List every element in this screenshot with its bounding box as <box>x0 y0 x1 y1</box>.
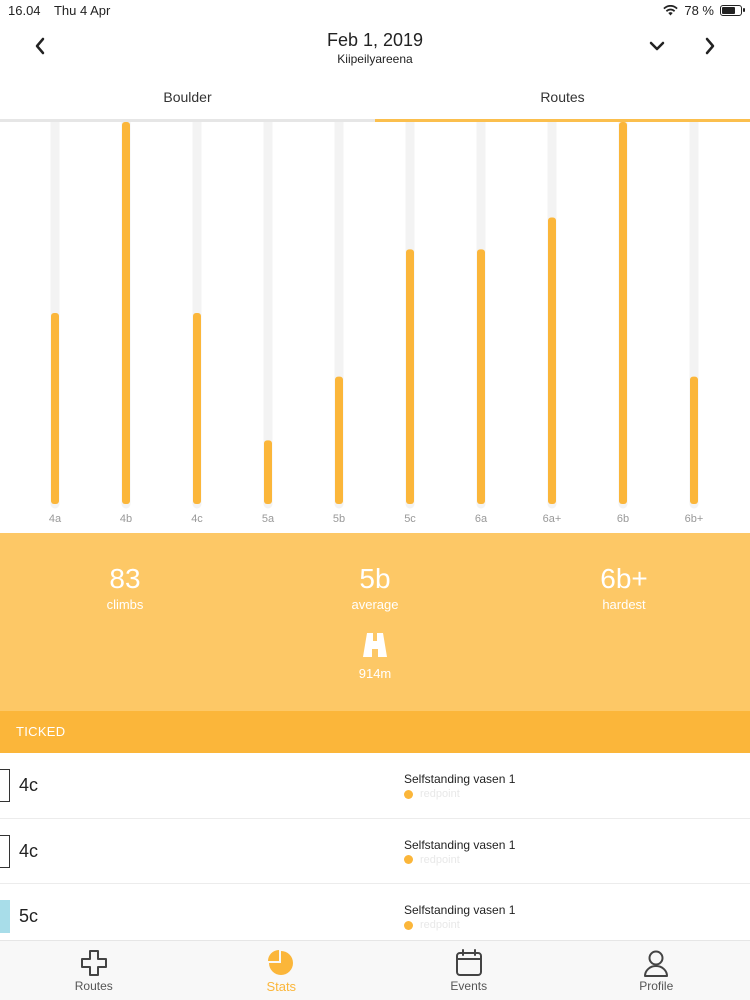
status-bar: 16.04 Thu 4 Apr 78 % <box>0 0 750 20</box>
route-grade: 5c <box>19 906 39 926</box>
wifi-icon <box>663 5 679 16</box>
hardest-value: 6b+ <box>600 563 648 594</box>
grade-bar-chart: 4a 4b 4c 5a 5b 5c 6a 6a+ 6b 6b+ <box>49 122 704 525</box>
tab-profile-nav-label: Profile <box>639 979 674 993</box>
tab-events-nav[interactable]: Events <box>375 941 563 1000</box>
plus-icon <box>80 950 107 976</box>
bar-6b+ <box>690 376 698 504</box>
header: Feb 1, 2019 Kiipeilyareena <box>0 20 750 75</box>
battery-icon <box>720 5 745 16</box>
tab-events-nav-label: Events <box>450 979 488 993</box>
tab-stats-nav[interactable]: Stats <box>188 941 376 1000</box>
tab-routes[interactable]: Routes <box>375 75 750 122</box>
route-grade: 4c <box>19 775 39 795</box>
x-tick-label: 4b <box>120 513 132 525</box>
average-stat: 5b average <box>275 563 475 612</box>
route-name: Selfstanding vasen 1 <box>404 903 516 917</box>
gym-name: Kiipeilyareena <box>337 52 413 66</box>
road-icon <box>363 633 387 657</box>
x-tick-label: 4c <box>191 513 203 525</box>
status-time: 16.04 <box>8 3 41 18</box>
calendar-icon <box>455 949 482 976</box>
grade-chart: 4a 4b 4c 5a 5b 5c 6a 6a+ 6b 6b+ <box>0 122 750 533</box>
x-tick-label: 6a <box>475 513 488 525</box>
list-item[interactable]: 4c Selfstanding vasen 1 redpoint <box>0 818 750 884</box>
route-status: redpoint <box>404 854 460 866</box>
bar-5b <box>335 376 343 504</box>
climbs-value: 83 <box>109 563 141 594</box>
hardest-stat: 6b+ hardest <box>524 563 724 612</box>
average-label: average <box>351 597 399 612</box>
hardest-label: hardest <box>602 597 646 612</box>
bar-4a <box>51 313 59 504</box>
forward-chevron-icon[interactable] <box>700 34 720 58</box>
bar-5c <box>406 249 414 504</box>
route-status: redpoint <box>404 919 460 931</box>
route-status-label: redpoint <box>420 853 460 866</box>
tab-routes-nav-label: Routes <box>74 979 113 993</box>
x-tick-label: 6a+ <box>543 513 562 525</box>
x-tick-label: 4a <box>49 513 62 525</box>
route-name: Selfstanding vasen 1 <box>404 772 516 786</box>
chevron-down-icon[interactable] <box>645 34 669 58</box>
distance-value: 914m <box>358 666 392 681</box>
x-tick-label: 6b+ <box>685 513 704 525</box>
tab-routes-label: Routes <box>540 89 585 105</box>
route-grade: 4c <box>19 840 39 861</box>
bar-6b <box>619 122 627 504</box>
bar-4c <box>193 313 201 504</box>
ticked-list: 4c Selfstanding vasen 1 redpoint 4c Self… <box>0 753 750 940</box>
ticked-section-header: TICKED <box>0 711 750 753</box>
route-color-swatch <box>0 769 10 802</box>
x-tick-label: 5a <box>262 513 275 525</box>
tab-boulder-label: Boulder <box>163 89 212 105</box>
x-tick-label: 5b <box>333 513 345 525</box>
person-icon <box>644 950 669 977</box>
route-status-label: redpoint <box>420 919 460 931</box>
list-item[interactable]: 4c Selfstanding vasen 1 redpoint <box>0 753 750 819</box>
route-status-label: redpoint <box>420 788 460 800</box>
bottom-tab-bar: Routes Stats Events Profile <box>0 940 750 1000</box>
status-date: Thu 4 Apr <box>53 3 111 18</box>
list-item[interactable]: 5c Selfstanding vasen 1 redpoint <box>0 884 750 940</box>
summary-panel: 83 climbs 5b average 6b+ hardest 914m <box>0 533 750 711</box>
route-name: Selfstanding vasen 1 <box>404 837 516 852</box>
route-status: redpoint <box>404 788 460 800</box>
status-dot-icon <box>404 789 413 799</box>
battery-percent: 78 % <box>684 3 714 18</box>
tab-stats-nav-label: Stats <box>266 979 297 994</box>
climbs-label: climbs <box>106 597 144 612</box>
bar-6a <box>477 249 485 504</box>
bar-4b <box>122 122 130 504</box>
tab-boulder[interactable]: Boulder <box>0 75 375 122</box>
battery-level <box>722 7 736 14</box>
route-color-swatch <box>0 900 10 933</box>
segment-tabs: Boulder Routes <box>0 75 750 122</box>
status-dot-icon <box>404 855 413 864</box>
bar-6a+ <box>548 217 556 504</box>
status-dot-icon <box>404 920 413 930</box>
climbs-stat: 83 climbs <box>25 563 225 612</box>
average-value: 5b <box>359 563 391 594</box>
x-tick-label: 6b <box>617 513 629 525</box>
x-tick-label: 5c <box>404 513 416 525</box>
route-color-swatch <box>0 834 10 868</box>
tab-routes-nav[interactable]: Routes <box>0 941 188 1000</box>
pie-chart-icon <box>268 950 294 975</box>
page-title: Feb 1, 2019 <box>326 30 424 50</box>
bar-5a <box>264 440 272 504</box>
distance-stat: 914m <box>275 633 475 681</box>
tab-profile-nav[interactable]: Profile <box>563 941 750 1000</box>
